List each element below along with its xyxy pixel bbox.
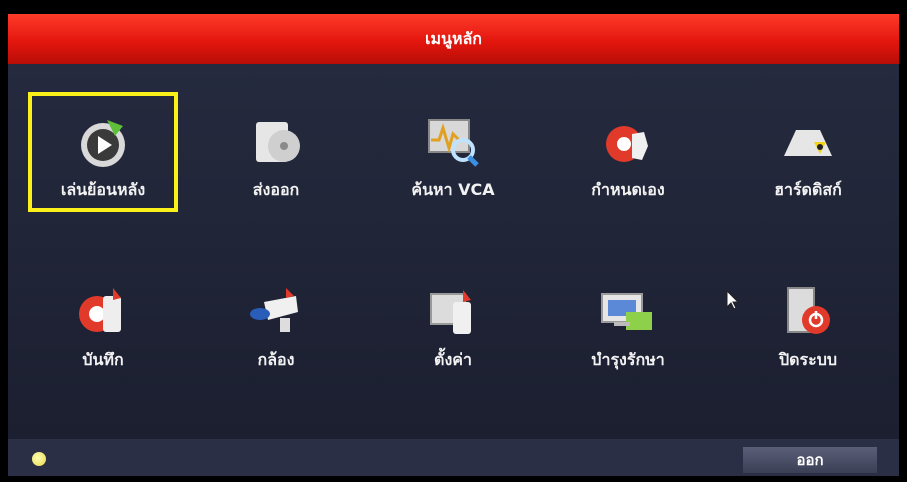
menu-item-custom[interactable]: กำหนดเอง bbox=[553, 92, 703, 212]
menu-item-shutdown[interactable]: ปิดระบบ bbox=[733, 262, 883, 382]
menu-item-label: ตั้งค่า bbox=[434, 350, 472, 369]
main-menu-screen: เมนูหลัก เล่นย้อนหลัง ส่งออก ค้นหา VCA ก… bbox=[8, 14, 899, 476]
menu-item-label: กล้อง bbox=[257, 350, 295, 369]
menu-item-label: เล่นย้อนหลัง bbox=[60, 180, 146, 199]
status-led-icon bbox=[32, 452, 46, 466]
record-icon bbox=[79, 288, 121, 332]
camera-icon bbox=[250, 288, 298, 332]
menu-item-label: บันทึก bbox=[82, 350, 124, 369]
menu-item-camera[interactable]: กล้อง bbox=[201, 262, 351, 382]
menu-item-hdd[interactable]: ฮาร์ดดิสก์ bbox=[733, 92, 883, 212]
menu-item-label: บำรุงรักษา bbox=[591, 350, 665, 369]
menu-item-label: ค้นหา VCA bbox=[411, 180, 495, 199]
export-icon bbox=[256, 122, 300, 162]
menu-item-label: ฮาร์ดดิสก์ bbox=[774, 180, 842, 199]
menu-grid: เล่นย้อนหลัง ส่งออก ค้นหา VCA กำหนดเอง ฮ… bbox=[8, 64, 899, 439]
menu-item-label: กำหนดเอง bbox=[591, 180, 665, 199]
menu-item-playback[interactable]: เล่นย้อนหลัง bbox=[28, 92, 178, 212]
playback-icon bbox=[81, 120, 125, 167]
menu-item-export[interactable]: ส่งออก bbox=[201, 92, 351, 212]
shutdown-icon bbox=[787, 287, 830, 334]
menu-item-record[interactable]: บันทึก bbox=[28, 262, 178, 382]
custom-icon bbox=[606, 126, 648, 162]
hdd-icon bbox=[784, 130, 832, 156]
exit-button[interactable]: ออก bbox=[743, 447, 877, 473]
maintenance-icon bbox=[601, 293, 652, 330]
menu-item-vca-search[interactable]: ค้นหา VCA bbox=[378, 92, 528, 212]
settings-icon bbox=[430, 290, 471, 334]
page-title: เมนูหลัก bbox=[425, 29, 482, 48]
title-bar: เมนูหลัก bbox=[8, 14, 899, 64]
menu-item-maintenance[interactable]: บำรุงรักษา bbox=[553, 262, 703, 382]
menu-item-label: ปิดระบบ bbox=[778, 350, 838, 369]
vca-search-icon bbox=[428, 119, 479, 167]
footer-bar: ออก bbox=[8, 439, 899, 476]
menu-item-settings[interactable]: ตั้งค่า bbox=[378, 262, 528, 382]
menu-item-label: ส่งออก bbox=[252, 180, 300, 199]
mouse-pointer-icon bbox=[726, 290, 740, 310]
